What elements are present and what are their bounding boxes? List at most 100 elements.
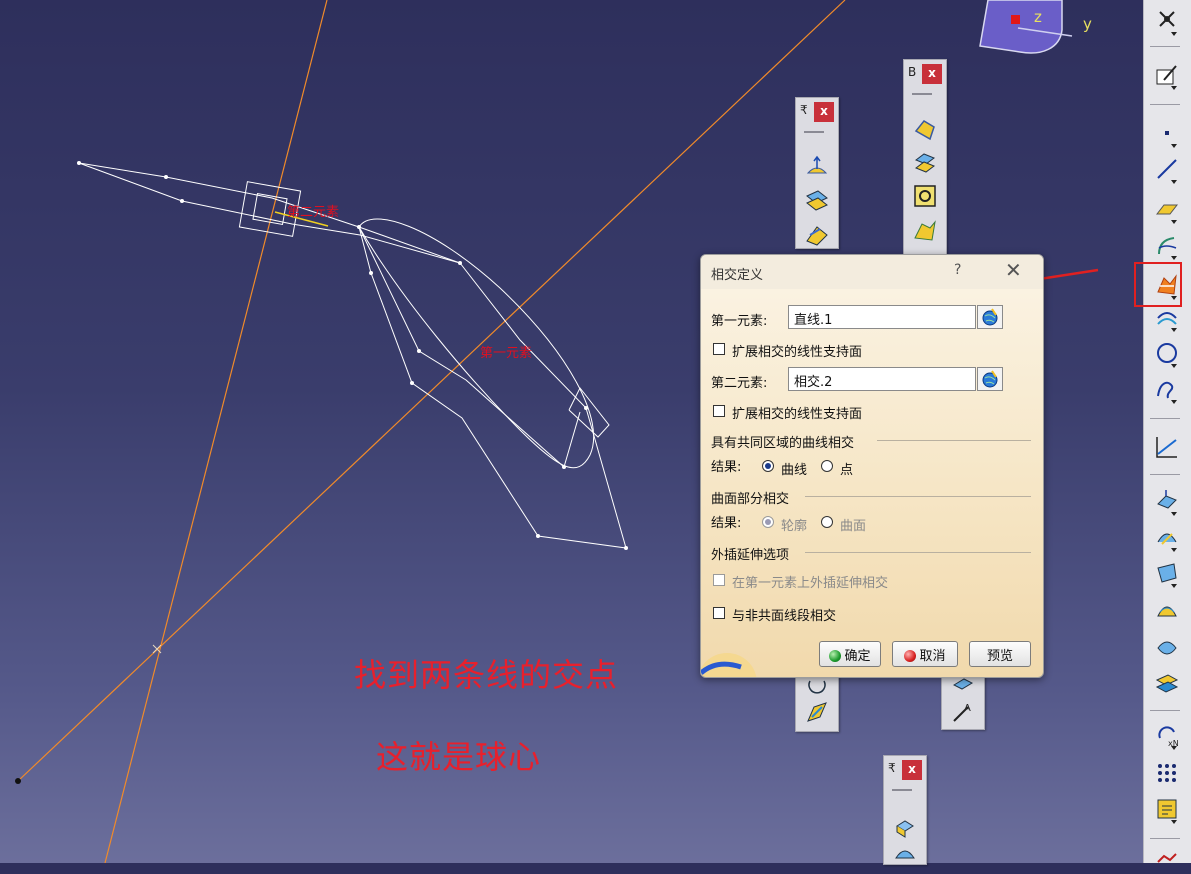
second-element-picker[interactable] (977, 367, 1003, 391)
extend-second-label: 扩展相交的线性支持面 (732, 407, 863, 422)
result-point-radio[interactable] (821, 460, 833, 472)
extend-second-checkbox[interactable] (713, 405, 725, 417)
floating-toolbar-2-lower[interactable]: A (941, 672, 985, 730)
second-element-label: 第二元素: (711, 376, 768, 391)
second-element-label: 第二元素 (287, 205, 339, 220)
floating-toolbar-2[interactable]: B x (903, 59, 947, 255)
extrude-icon[interactable] (804, 155, 830, 181)
extend-first-label: 扩展相交的线性支持面 (732, 345, 863, 360)
right-toolbar[interactable]: xN (1134, 0, 1191, 863)
toolbar-title: ₹ (888, 761, 896, 775)
surface-result-label: 结果: (711, 516, 742, 531)
annotation-intersection: 找到两条线的交点 (354, 656, 619, 694)
toolbar-grip[interactable] (804, 131, 824, 133)
cancel-button[interactable]: 取消 (892, 641, 958, 667)
surface-section-title: 曲面部分相交 (711, 492, 790, 507)
toolbar-grip[interactable] (912, 93, 932, 95)
spline-icon[interactable] (1154, 376, 1180, 404)
repetition-icon[interactable]: xN (1154, 722, 1180, 750)
wireframe-vertices (77, 161, 628, 550)
extrapolate-first-checkbox[interactable] (713, 574, 725, 586)
construction-line-1[interactable] (104, 0, 328, 864)
selection-globe-icon (982, 370, 998, 388)
toolbar-separator (1150, 104, 1180, 105)
toolbar-separator (1150, 838, 1180, 839)
extrapolation-section-title: 外插延伸选项 (711, 548, 790, 563)
toolbar-header[interactable]: ₹ x (796, 98, 838, 124)
close-button[interactable]: ✕ (1005, 260, 1022, 280)
sketch-tools-icon[interactable] (1154, 8, 1180, 36)
dialog-title: 相交定义 (711, 268, 764, 283)
sweep-surface-icon[interactable] (804, 221, 830, 247)
close-icon[interactable]: x (902, 760, 922, 780)
fill-icon[interactable] (1154, 598, 1180, 624)
result-contour-radio[interactable] (762, 516, 774, 528)
revolve-surface-icon[interactable] (1154, 524, 1180, 552)
catalog-icon[interactable] (1154, 796, 1180, 824)
blend-surface-icon[interactable] (804, 699, 830, 725)
preview-button-label: 预览 (986, 648, 1013, 664)
circle-icon[interactable] (1154, 340, 1180, 368)
extend-first-checkbox[interactable] (713, 343, 725, 355)
close-icon[interactable]: x (814, 102, 834, 122)
wireframe-geometry[interactable] (78, 162, 627, 549)
analysis-icon[interactable] (1154, 848, 1180, 874)
svg-text:A: A (964, 703, 971, 714)
floating-toolbar-1[interactable]: ₹ x (795, 97, 839, 249)
line-icon[interactable] (1154, 156, 1180, 184)
cancel-button-label: 取消 (919, 648, 946, 664)
dialog-title-bar[interactable]: 相交定义 ? ✕ (701, 255, 1043, 289)
floating-toolbar-1-lower[interactable] (795, 672, 839, 732)
dome-icon[interactable] (892, 842, 918, 868)
cube-icon[interactable] (892, 814, 918, 840)
first-element-picker[interactable] (977, 305, 1003, 329)
annotation-sphere-center: 这就是球心 (376, 738, 542, 776)
toolbar-grip[interactable] (892, 789, 912, 791)
axis-z-label: z (1034, 8, 1042, 26)
multi-sections-icon[interactable] (1154, 634, 1180, 660)
close-icon[interactable]: x (922, 64, 942, 84)
offset-surface-icon[interactable] (804, 188, 830, 214)
toolbar-header[interactable]: B x (904, 60, 946, 86)
extrude-surface-icon[interactable] (1154, 488, 1180, 516)
ok-icon (829, 649, 842, 662)
toolbar-separator (1150, 418, 1180, 419)
offset-icon[interactable] (1154, 670, 1180, 696)
result-contour-label: 轮廓 (781, 519, 808, 534)
help-button[interactable]: ? (954, 262, 961, 278)
compass-origin (1011, 15, 1020, 24)
sketch-icon[interactable] (1154, 62, 1180, 90)
cancel-icon (904, 649, 917, 662)
plane-icon[interactable] (1154, 196, 1180, 224)
join-icon[interactable] (912, 218, 938, 244)
dialog-decoration-globe (701, 653, 757, 677)
axis-system-icon[interactable]: A (950, 699, 976, 725)
result-curve-label: 曲线 (781, 463, 808, 478)
compass-widget[interactable]: z y (979, 0, 1092, 54)
toolbar-header[interactable]: ₹ x (884, 756, 926, 782)
fill-surface-icon[interactable] (912, 117, 938, 143)
preview-button[interactable]: 预览 (969, 641, 1031, 667)
sweep-icon[interactable] (1154, 560, 1180, 588)
law-icon[interactable] (1154, 434, 1180, 460)
grid-icon[interactable] (1154, 760, 1180, 786)
intersection-definition-dialog[interactable]: 相交定义 ? ✕ 第一元素: 直线.1 扩展相交的线性支持面 第二元素: 相交.… (700, 254, 1044, 678)
multi-section-icon[interactable] (912, 150, 938, 176)
highlight-box (1134, 262, 1182, 307)
result-curve-radio[interactable] (762, 460, 774, 472)
result-surface-radio[interactable] (821, 516, 833, 528)
boundary-icon[interactable] (912, 183, 938, 209)
projection-icon[interactable] (1154, 232, 1180, 260)
second-element-field[interactable]: 相交.2 (788, 367, 976, 391)
ok-button-label: 确定 (844, 648, 871, 664)
first-element-field[interactable]: 直线.1 (788, 305, 976, 329)
section-divider (877, 440, 1031, 441)
parallel-curve-icon[interactable] (1154, 304, 1180, 332)
floating-toolbar-3[interactable]: ₹ x (883, 755, 927, 865)
point-icon[interactable] (1154, 120, 1180, 148)
ok-button[interactable]: 确定 (819, 641, 881, 667)
curve-section-title: 具有共同区域的曲线相交 (711, 436, 855, 451)
selection-globe-icon (982, 308, 998, 326)
result-surface-label: 曲面 (840, 519, 867, 534)
non-coplanar-checkbox[interactable] (713, 607, 725, 619)
